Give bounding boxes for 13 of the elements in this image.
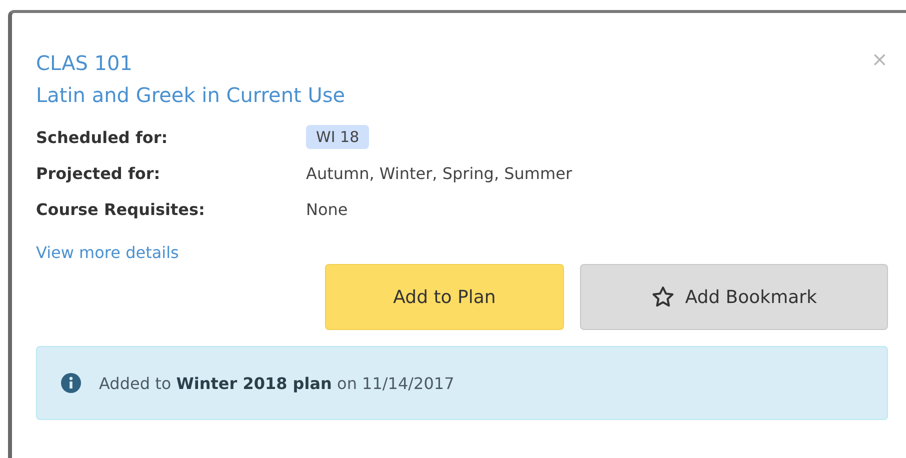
alert-message: Added to Winter 2018 plan on 11/14/2017 — [99, 374, 454, 392]
detail-label: Scheduled for: — [36, 128, 169, 146]
term-tag: WI 18 — [306, 125, 370, 149]
detail-value: Autumn, Winter, Spring, Summer — [306, 164, 572, 182]
add-to-plan-button[interactable]: Add to Plan — [325, 264, 564, 330]
star-icon — [651, 285, 676, 309]
info-icon — [61, 373, 81, 393]
detail-label: Course Requisites: — [36, 200, 206, 218]
bookmark-button[interactable]: Add Bookmark — [580, 264, 888, 330]
course-code: CLAS 101 — [36, 50, 132, 77]
detail-label: Projected for: — [36, 164, 162, 182]
course-title: Latin and Greek in Current Use — [36, 82, 346, 109]
detail-value: None — [306, 200, 348, 218]
